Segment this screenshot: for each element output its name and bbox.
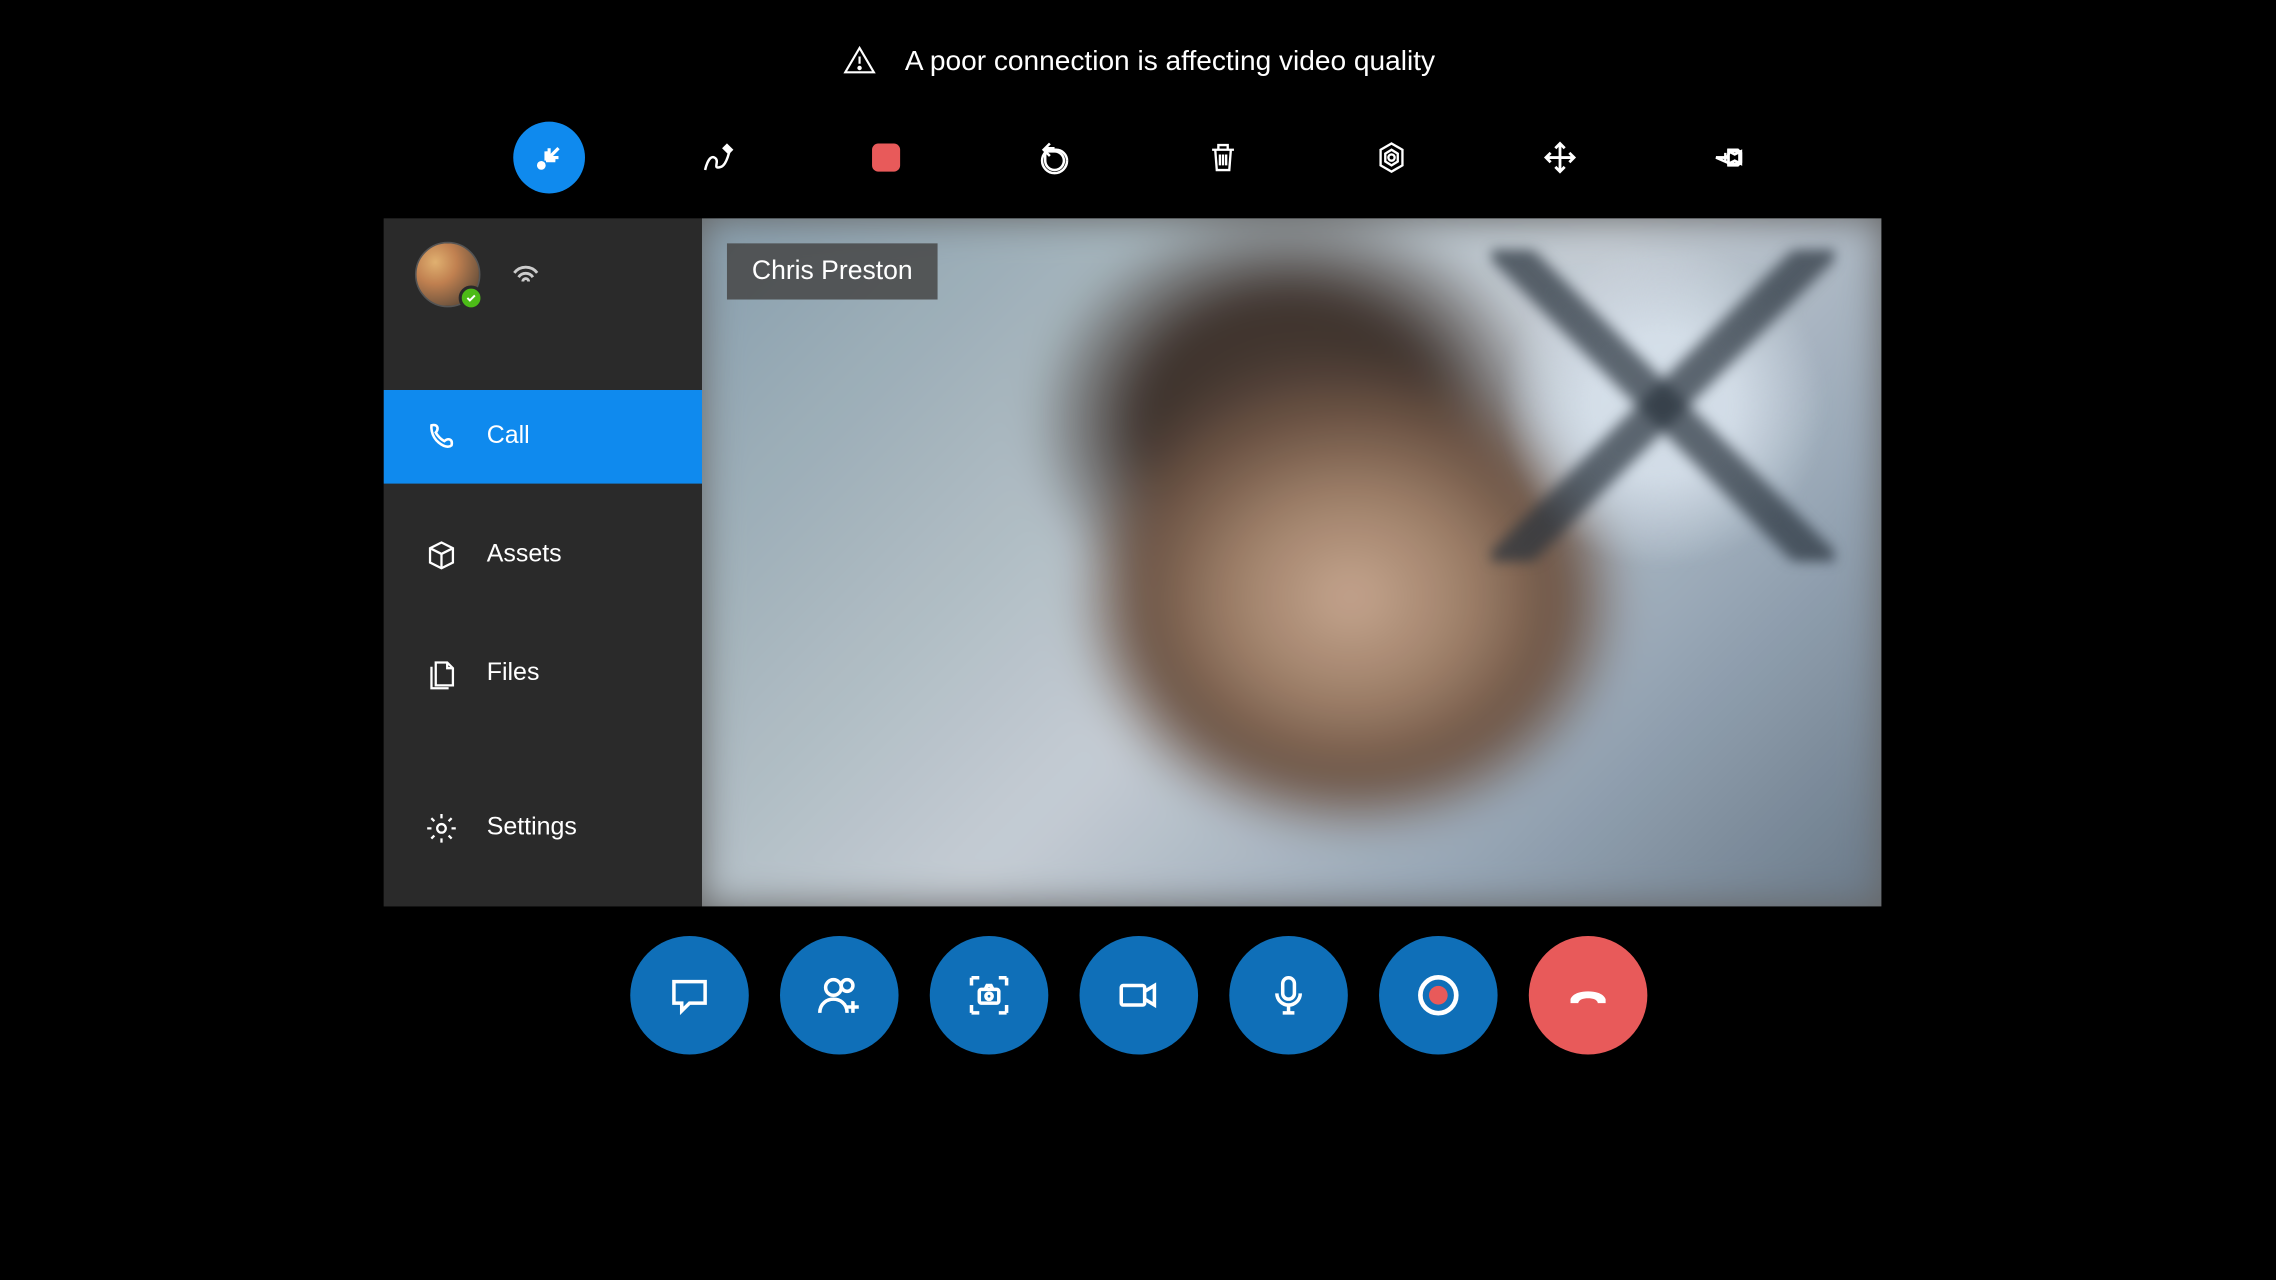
- warning-icon: [842, 44, 876, 78]
- connection-warning-bar: A poor connection is affecting video qua…: [0, 44, 2276, 78]
- screenshot-button[interactable]: [930, 936, 1049, 1055]
- sidebar-nav: Call Assets: [384, 390, 702, 906]
- box-icon: [421, 538, 462, 572]
- collapse-button[interactable]: [513, 122, 585, 194]
- undo-button[interactable]: [1019, 122, 1091, 194]
- microphone-icon: [1265, 972, 1312, 1019]
- add-person-icon: [816, 972, 863, 1019]
- sidebar-item-assets[interactable]: Assets: [384, 509, 702, 603]
- sidebar-item-label: Call: [487, 423, 530, 451]
- sidebar-item-label: Settings: [487, 814, 577, 842]
- sidebar-item-label: Files: [487, 660, 540, 688]
- warning-text: A poor connection is affecting video qua…: [905, 44, 1435, 77]
- presence-available-icon: [459, 285, 484, 310]
- pin-button[interactable]: [1693, 122, 1765, 194]
- video-toggle-button[interactable]: [1080, 936, 1199, 1055]
- hangup-button[interactable]: [1529, 936, 1648, 1055]
- chat-icon: [666, 972, 713, 1019]
- avatar[interactable]: [415, 242, 481, 308]
- participant-name-tag: Chris Preston: [727, 243, 938, 299]
- record-icon: [1418, 975, 1459, 1016]
- hexagon-settings-button[interactable]: [1356, 122, 1428, 194]
- sidebar: Call Assets: [384, 218, 702, 906]
- files-icon: [421, 657, 462, 691]
- chat-button[interactable]: [630, 936, 749, 1055]
- video-panel: Chris Preston: [702, 218, 1881, 906]
- stop-square-icon: [872, 144, 900, 172]
- wifi-icon: [509, 253, 543, 295]
- stop-button[interactable]: [850, 122, 922, 194]
- camera-capture-icon: [966, 972, 1013, 1019]
- delete-button[interactable]: [1187, 122, 1259, 194]
- sidebar-item-files[interactable]: Files: [384, 627, 702, 721]
- sidebar-item-call[interactable]: Call: [384, 390, 702, 484]
- phone-icon: [421, 420, 462, 454]
- video-icon: [1115, 972, 1162, 1019]
- record-button[interactable]: [1379, 936, 1498, 1055]
- draw-button[interactable]: [682, 122, 754, 194]
- main-area: Call Assets: [384, 218, 1882, 906]
- microphone-button[interactable]: [1229, 936, 1348, 1055]
- hangup-icon: [1565, 972, 1612, 1019]
- sidebar-item-label: Assets: [487, 541, 562, 569]
- expand-button[interactable]: [1524, 122, 1596, 194]
- sidebar-item-settings[interactable]: Settings: [384, 782, 702, 876]
- top-toolbar: [0, 122, 2276, 194]
- gear-icon: [421, 811, 462, 845]
- participant-name: Chris Preston: [752, 256, 913, 286]
- sidebar-header: [384, 218, 702, 330]
- add-participant-button[interactable]: [780, 936, 899, 1055]
- call-controls: [0, 936, 2276, 1055]
